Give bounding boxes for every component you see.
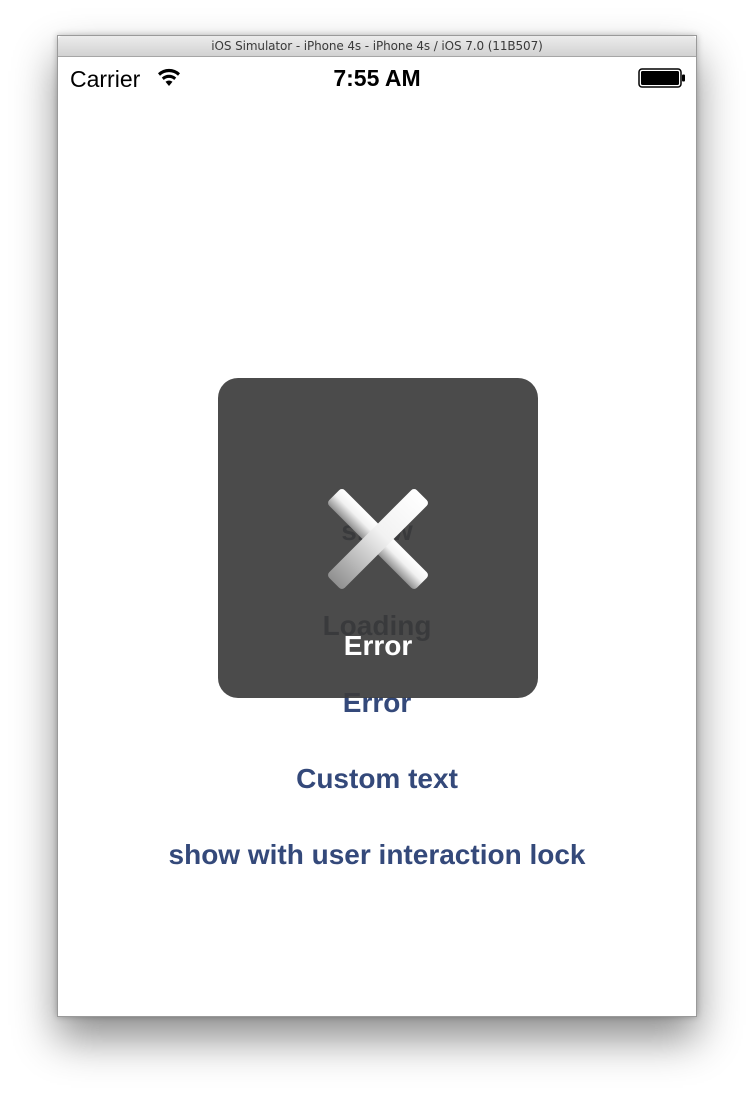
status-time: 7:55 AM <box>333 65 421 91</box>
window-title: iOS Simulator - iPhone 4s - iPhone 4s / … <box>211 39 543 53</box>
custom-text-button[interactable]: Custom text <box>58 763 696 795</box>
error-x-icon <box>328 489 428 589</box>
battery-full-icon <box>638 68 685 88</box>
show-with-lock-button[interactable]: show with user interaction lock <box>58 839 696 871</box>
device-screen: Carrier 7:55 AM show Loading Error Custo… <box>58 57 696 1016</box>
hud-label: Error <box>343 630 413 661</box>
simulator-window: iOS Simulator - iPhone 4s - iPhone 4s / … <box>57 35 697 1017</box>
progress-hud: Error <box>218 378 538 698</box>
status-bar: Carrier 7:55 AM <box>58 57 696 97</box>
window-titlebar[interactable]: iOS Simulator - iPhone 4s - iPhone 4s / … <box>58 36 696 57</box>
